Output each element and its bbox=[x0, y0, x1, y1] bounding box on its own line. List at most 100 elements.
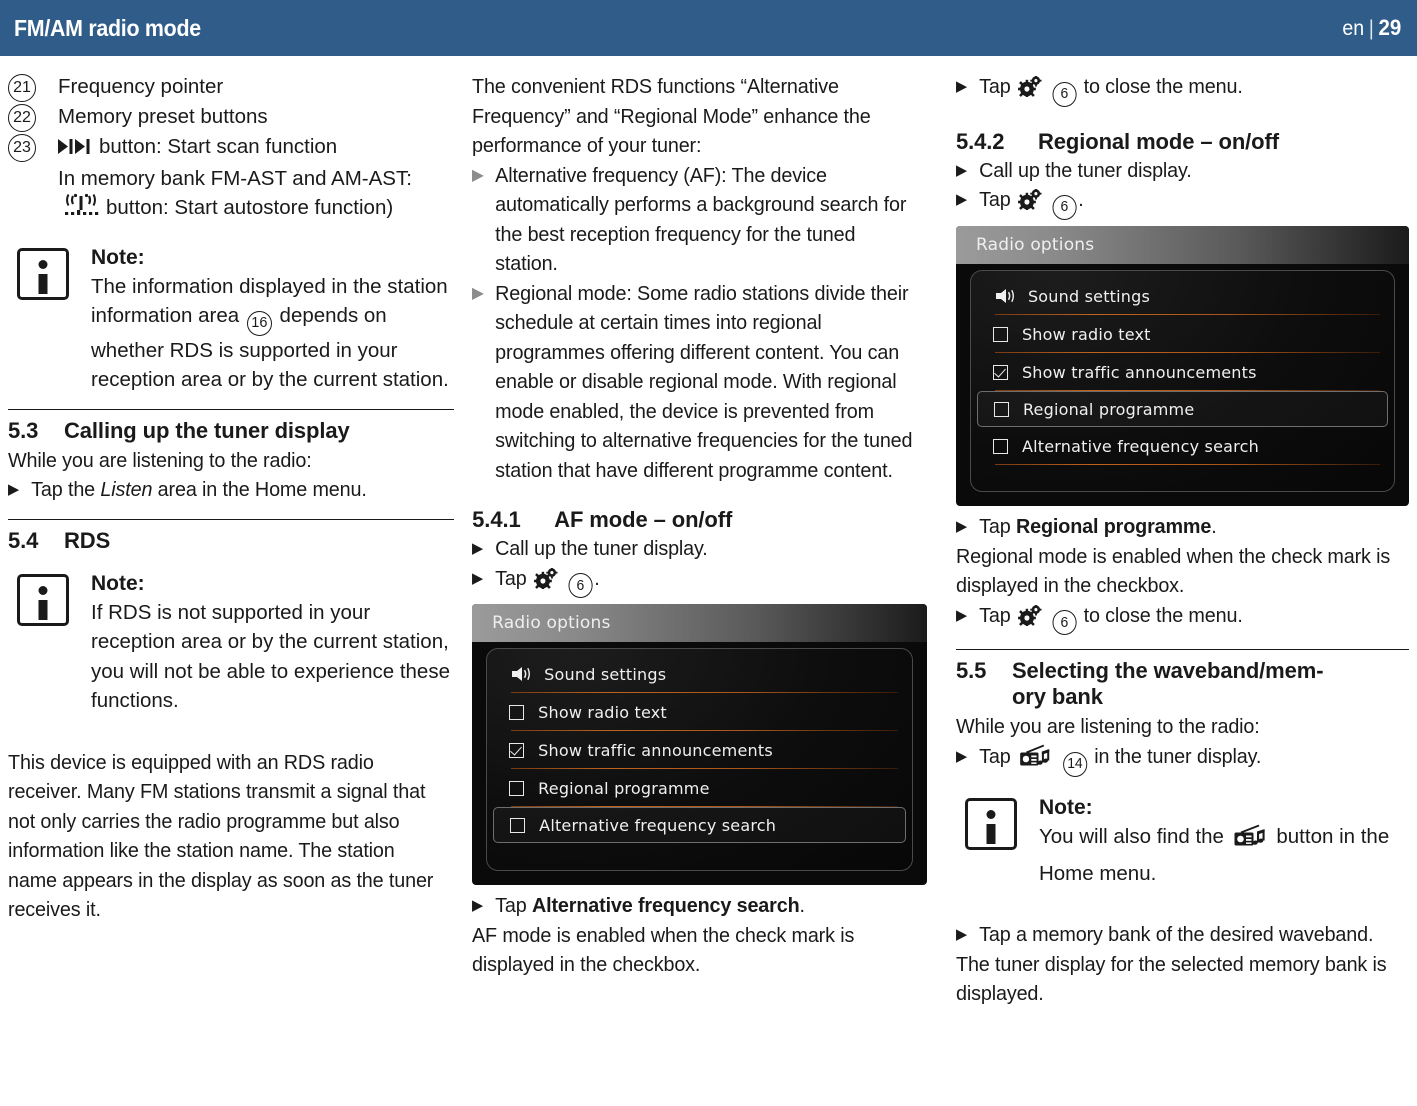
step-text-before: Tap bbox=[495, 566, 527, 590]
option-row-alternative-frequency-search[interactable]: Alternative frequency search bbox=[977, 427, 1388, 465]
heading-5-4-1-title: AF mode – on/off bbox=[554, 507, 733, 532]
arrow-bullet-icon: ▶ bbox=[955, 518, 967, 535]
note-text: If RDS is not supported in your receptio… bbox=[91, 600, 450, 713]
step-text: Tap bbox=[979, 601, 1393, 636]
info-icon bbox=[964, 798, 1017, 851]
step-text-after: . bbox=[799, 894, 806, 918]
close-menu-step-bottom: ▶ Tap 6 to close the menu. bbox=[956, 601, 1409, 636]
option-row-show-radio-text[interactable]: Show radio text bbox=[493, 693, 906, 732]
step-item: ▶ Tap bbox=[956, 72, 1393, 107]
section-5-3-steps: ▶ Tap the Listen area in the Home menu. bbox=[8, 475, 454, 505]
heading-5-3: 5.3 Calling up the tuner display bbox=[8, 418, 454, 444]
legend-label-21: Frequency pointer bbox=[58, 75, 224, 98]
step-text-bold: Regional programme bbox=[1015, 515, 1212, 538]
step-text-bold: Alternative frequency search bbox=[532, 894, 800, 918]
step-text-before: Tap bbox=[979, 603, 1011, 627]
heading-5-4: 5.4 RDS bbox=[8, 528, 454, 554]
checkbox-checked-icon[interactable] bbox=[509, 742, 525, 758]
arrow-bullet-icon: ▶ bbox=[955, 78, 967, 95]
radio-icon bbox=[1019, 744, 1052, 779]
heading-5-3-number: 5.3 bbox=[8, 417, 39, 443]
checkbox-unchecked-icon[interactable] bbox=[509, 780, 525, 796]
step-text: Tap the Listen area in the Home menu. bbox=[31, 475, 438, 505]
step-item: ▶ Tap bbox=[956, 185, 1393, 220]
option-label: Sound settings bbox=[1027, 286, 1151, 306]
heading-5-4-title: RDS bbox=[64, 527, 111, 553]
scan-next-icon bbox=[58, 134, 98, 164]
antenna-autostore-icon bbox=[60, 193, 102, 228]
callout-number-6: 6 bbox=[568, 573, 593, 599]
checkbox-unchecked-icon[interactable] bbox=[509, 704, 525, 720]
callout-number-21: 21 bbox=[8, 74, 36, 102]
rds-functions-bullets: ▶ Alternative frequency (AF): The device… bbox=[472, 161, 938, 486]
option-row-regional-programme[interactable]: Regional programme bbox=[493, 769, 906, 808]
arrow-bullet-icon: ▶ bbox=[955, 926, 967, 944]
step-text: Call up the tuner display. bbox=[495, 537, 708, 560]
option-row-show-traffic-announcements[interactable]: Show traffic announcements bbox=[493, 731, 906, 770]
middle-column: The convenient RDS functions “Alternativ… bbox=[472, 72, 938, 1009]
device-title-bar: Radio options bbox=[472, 604, 928, 643]
legend-label-22: Memory preset buttons bbox=[58, 105, 268, 128]
checkbox-unchecked-icon[interactable] bbox=[993, 401, 1009, 417]
arrow-bullet-icon: ▶ bbox=[955, 161, 967, 179]
legend-item-21: 21 Frequency pointer bbox=[8, 72, 454, 102]
step-text-after: to close the menu. bbox=[1083, 603, 1243, 627]
arrow-bullet-icon: ▶ bbox=[955, 191, 967, 209]
rds-functions-intro: The convenient RDS functions “Alternativ… bbox=[472, 75, 871, 157]
speaker-icon bbox=[993, 288, 1015, 304]
bullet-text-af: Alternative frequency (AF): The device a… bbox=[495, 163, 907, 276]
arrow-bullet-icon: ▶ bbox=[472, 897, 484, 915]
gear-icon bbox=[534, 566, 558, 598]
step-text: Call up the tuner display. bbox=[979, 158, 1192, 182]
page-title: FM/AM radio mode bbox=[14, 14, 201, 41]
heading-5-4-2: 5.4.2 Regional mode – on/off bbox=[956, 129, 1409, 155]
heading-5-4-2-number: 5.4.2 bbox=[955, 128, 1005, 154]
bullet-text-regional: Regional mode: Some radio stations divid… bbox=[495, 281, 913, 482]
step-text-after: . bbox=[1211, 515, 1217, 538]
option-row-alternative-frequency-search[interactable]: Alternative frequency search bbox=[493, 807, 907, 844]
heading-5-4-2-title: Regional mode – on/off bbox=[1037, 128, 1279, 154]
step-text-before: Tap bbox=[979, 744, 1011, 768]
callout-number-6: 6 bbox=[1052, 81, 1077, 107]
option-row-sound-settings[interactable]: Sound settings bbox=[493, 655, 906, 694]
option-row-sound-settings[interactable]: Sound settings bbox=[977, 277, 1388, 315]
arrow-bullet-icon: ▶ bbox=[955, 606, 967, 624]
gear-icon bbox=[1018, 603, 1042, 635]
page-number: 29 bbox=[1378, 15, 1401, 40]
heading-5-5-title-line2: ory bank bbox=[1011, 684, 1103, 710]
device-options-panel: Sound settings Show radio text Show traf… bbox=[969, 270, 1395, 492]
option-label: Regional programme bbox=[1022, 399, 1195, 419]
legend-item-22: 22 Memory preset buttons bbox=[8, 102, 454, 132]
step-item: ▶ Tap the Listen area in the Home menu. bbox=[8, 475, 439, 505]
arrow-bullet-icon: ▶ bbox=[472, 569, 484, 587]
device-title-bar: Radio options bbox=[955, 226, 1409, 264]
arrow-bullet-icon: ▶ bbox=[8, 481, 19, 499]
option-label: Show radio text bbox=[1021, 324, 1151, 344]
step-text-before: Tap the bbox=[31, 478, 96, 502]
heading-5-4-1-number: 5.4.1 bbox=[472, 507, 521, 532]
list-item: ▶ Alternative frequency (AF): The device… bbox=[472, 161, 921, 279]
checkbox-checked-icon[interactable] bbox=[992, 364, 1008, 380]
option-label: Regional programme bbox=[538, 778, 710, 798]
checkbox-unchecked-icon[interactable] bbox=[992, 326, 1008, 342]
section-5-5-intro: While you are listening to the radio: bbox=[955, 715, 1260, 739]
note-body: Note: You will also find the button in t… bbox=[1029, 794, 1409, 888]
legend-23-line3: button: Start autostore function) bbox=[106, 196, 394, 219]
section-5-4-2-result-step: ▶ Tap Regional programme. bbox=[956, 512, 1409, 542]
step-item: ▶ Tap Alternative frequency search. bbox=[472, 891, 921, 921]
option-row-show-traffic-announcements[interactable]: Show traffic announcements bbox=[977, 353, 1388, 391]
heading-5-3-title: Calling up the tuner display bbox=[64, 417, 350, 443]
page-body: 21 Frequency pointer 22 Memory preset bu… bbox=[0, 56, 1417, 1009]
step-item: ▶ Tap bbox=[956, 601, 1393, 636]
checkbox-unchecked-icon[interactable] bbox=[510, 817, 526, 833]
callout-number-14: 14 bbox=[1062, 751, 1087, 777]
section-divider bbox=[955, 649, 1409, 651]
callout-number-16: 16 bbox=[246, 310, 272, 336]
checkbox-unchecked-icon[interactable] bbox=[992, 438, 1008, 454]
close-menu-step-top: ▶ Tap 6 to close the menu. bbox=[956, 72, 1409, 107]
option-row-regional-programme[interactable]: Regional programme bbox=[976, 391, 1388, 427]
step-text: Tap bbox=[979, 72, 1393, 107]
option-row-show-radio-text[interactable]: Show radio text bbox=[977, 315, 1388, 353]
callout-number-22: 22 bbox=[8, 104, 36, 132]
step-item: ▶ Call up the tuner display. bbox=[472, 534, 921, 564]
